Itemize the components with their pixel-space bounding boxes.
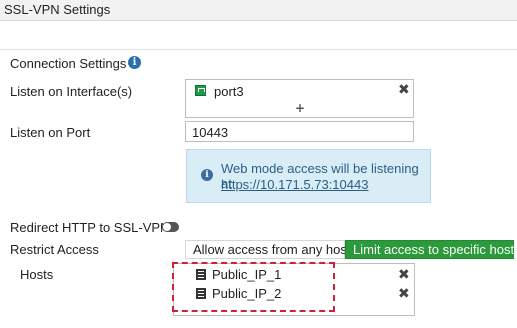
selection-highlight	[172, 262, 335, 312]
interface-item-port3: port3	[214, 84, 244, 99]
title-bar: SSL-VPN Settings	[0, 0, 517, 21]
interface-selector[interactable]: port3 ✖ +	[185, 79, 414, 118]
window-title: SSL-VPN Settings	[4, 2, 111, 17]
redirect-label: Redirect HTTP to SSL-VPN	[10, 220, 170, 235]
toggle-knob	[163, 223, 171, 231]
listen-port-input[interactable]	[185, 121, 414, 142]
remove-interface-icon[interactable]: ✖	[398, 83, 410, 97]
notice-url-link[interactable]: https://10.171.5.73:10443	[221, 177, 368, 192]
remove-host-1-icon[interactable]: ✖	[398, 268, 410, 282]
section-title: Connection Settings	[10, 56, 127, 71]
restrict-access-label: Restrict Access	[10, 242, 99, 257]
hosts-label: Hosts	[20, 267, 54, 282]
listen-port-label: Listen on Port	[10, 125, 91, 140]
add-interface-icon[interactable]: +	[295, 102, 305, 114]
allow-any-host-option[interactable]: Allow access from any host	[185, 240, 351, 259]
info-icon[interactable]: i	[128, 56, 141, 69]
redirect-toggle[interactable]	[162, 222, 179, 232]
network-port-icon	[195, 85, 206, 96]
listen-interface-label: Listen on Interface(s)	[10, 84, 133, 99]
limit-specific-hosts-option[interactable]: Limit access to specific hosts	[345, 240, 517, 259]
remove-host-2-icon[interactable]: ✖	[398, 287, 410, 301]
connection-settings-header: Connection Settings i	[0, 49, 517, 74]
info-icon: i	[201, 169, 213, 181]
web-mode-notice: i Web mode access will be listening at h…	[186, 149, 431, 203]
